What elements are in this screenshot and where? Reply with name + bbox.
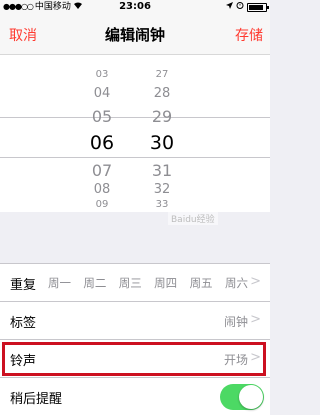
snooze-toggle[interactable] bbox=[220, 384, 264, 410]
navigation-bar: 取消 编辑闹钟 存储 bbox=[0, 14, 270, 55]
repeat-day: 周一 bbox=[48, 276, 71, 290]
page-title: 编辑闹钟 bbox=[104, 26, 165, 44]
hour-option[interactable]: 05 bbox=[72, 107, 132, 126]
sound-cell[interactable]: 铃声 开场 > bbox=[0, 340, 270, 378]
sound-value: 开场 bbox=[223, 353, 248, 367]
repeat-cell[interactable]: 重复 周一 周二 周三 周四 周五 周六 > bbox=[0, 264, 270, 302]
label-cell[interactable]: 标签 闹钟 > bbox=[0, 302, 270, 340]
repeat-label: 重复 bbox=[10, 278, 37, 293]
hour-option[interactable]: 09 bbox=[72, 199, 132, 210]
repeat-day: 周五 bbox=[189, 276, 213, 290]
minute-option[interactable]: 28 bbox=[132, 86, 192, 101]
chevron-right-icon: > bbox=[250, 350, 261, 365]
hour-option[interactable]: 03 bbox=[72, 69, 132, 80]
settings-group: 重复 周一 周二 周三 周四 周五 周六 > 标签 闹钟 > 铃声 开场 > 稍… bbox=[0, 263, 270, 415]
snooze-cell: 稍后提醒 bbox=[0, 378, 270, 415]
minute-option[interactable]: 33 bbox=[132, 199, 192, 210]
minute-wheel[interactable]: 27 28 29 30 31 32 33 bbox=[132, 55, 192, 212]
snooze-label: 稍后提醒 bbox=[10, 392, 63, 407]
location-arrow-icon bbox=[226, 0, 233, 14]
battery-icon bbox=[247, 2, 269, 12]
watermark: Baidu经验 bbox=[168, 212, 218, 225]
status-bar: ●●●○○ 中国移动 23:06 bbox=[0, 0, 270, 14]
minute-option-selected[interactable]: 30 bbox=[132, 132, 192, 154]
toggle-knob bbox=[239, 385, 263, 409]
chevron-right-icon: > bbox=[250, 274, 261, 289]
battery-level-fill bbox=[249, 4, 263, 10]
minute-option[interactable]: 29 bbox=[132, 107, 192, 126]
alarm-clock-icon bbox=[236, 0, 244, 14]
minute-option[interactable]: 32 bbox=[132, 182, 192, 197]
minute-option[interactable]: 31 bbox=[132, 161, 192, 180]
repeat-day: 周六 bbox=[224, 276, 248, 290]
repeat-day: 周二 bbox=[83, 276, 107, 290]
repeat-day: 周三 bbox=[118, 276, 142, 290]
hour-option[interactable]: 07 bbox=[72, 161, 132, 180]
minute-option[interactable]: 27 bbox=[132, 69, 192, 80]
sound-label: 铃声 bbox=[10, 354, 37, 369]
repeat-day: 周四 bbox=[154, 276, 178, 290]
hour-option[interactable]: 04 bbox=[72, 86, 132, 101]
hour-option[interactable]: 08 bbox=[72, 182, 132, 197]
label-label: 标签 bbox=[10, 316, 37, 331]
section-spacer bbox=[0, 212, 270, 262]
chevron-right-icon: > bbox=[250, 312, 261, 327]
repeat-days: 周一 周二 周三 周四 周五 周六 bbox=[48, 275, 248, 291]
hour-wheel[interactable]: 03 04 05 06 07 08 09 bbox=[72, 55, 132, 212]
label-value: 闹钟 bbox=[223, 315, 248, 329]
save-button[interactable]: 存储 bbox=[235, 25, 263, 45]
hour-option-selected[interactable]: 06 bbox=[72, 132, 132, 154]
time-picker[interactable]: 03 04 05 06 07 08 09 27 28 29 30 31 32 3… bbox=[0, 55, 270, 212]
